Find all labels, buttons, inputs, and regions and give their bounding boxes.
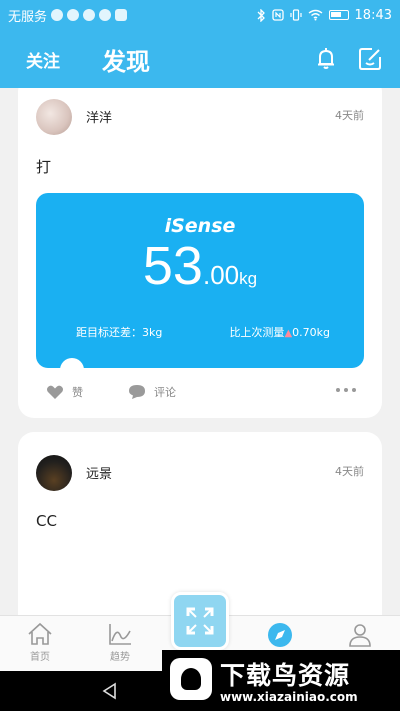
image-notification-icon <box>115 9 128 21</box>
back-icon[interactable] <box>100 681 120 701</box>
up-triangle-icon: ▲ <box>284 328 293 339</box>
compass-icon <box>268 623 292 647</box>
home-icon <box>28 622 52 645</box>
avatar[interactable] <box>36 99 72 135</box>
watermark-url: www.xiazainiao.com <box>220 690 358 704</box>
weight-decimal: .00 <box>202 260 240 290</box>
app-icon-2 <box>99 9 112 21</box>
feed[interactable]: 洋洋 4天前 打 iSense 53.00kg 距目标还差：3kg 比上次测量▲… <box>0 88 400 615</box>
edit-icon[interactable] <box>356 45 384 73</box>
weigh-button[interactable] <box>171 592 229 650</box>
username[interactable]: 远景 <box>86 463 112 482</box>
bluetooth-icon <box>257 8 265 22</box>
heart-icon <box>47 385 63 399</box>
weight-value: 53.00kg <box>36 235 364 297</box>
vibrate-icon <box>289 9 302 21</box>
post-actions: 赞 评论 <box>18 378 382 408</box>
battery-icon <box>328 10 349 20</box>
post-time: 4天前 <box>335 109 364 122</box>
app-bar: 关注 发现 <box>0 30 400 88</box>
tab-discover[interactable]: 发现 <box>102 42 150 77</box>
app-icon <box>83 9 96 21</box>
tab-discover[interactable] <box>250 622 310 650</box>
cloud-icon <box>51 9 64 21</box>
weight-unit: kg <box>239 269 258 288</box>
trend-icon <box>109 624 131 645</box>
clock: 18:43 <box>354 7 392 23</box>
watermark-logo <box>170 658 212 700</box>
post-text: CC <box>36 512 57 530</box>
comment-button[interactable]: 评论 <box>128 384 176 400</box>
tab-follow[interactable]: 关注 <box>26 47 60 72</box>
scale-expand-icon <box>186 607 214 635</box>
watermark: 下载鸟资源 www.xiazainiao.com <box>162 650 400 711</box>
like-button[interactable]: 赞 <box>46 384 83 400</box>
comment-icon <box>129 385 145 399</box>
post-time: 4天前 <box>335 465 364 478</box>
search-app-icon <box>67 9 80 21</box>
post-card[interactable]: 洋洋 4天前 打 iSense 53.00kg 距目标还差：3kg 比上次测量▲… <box>18 88 382 418</box>
weight-change: 比上次测量▲0.70kg <box>229 326 330 339</box>
weight-integer: 53 <box>142 236 203 296</box>
wifi-icon <box>308 9 322 21</box>
watermark-title: 下载鸟资源 <box>220 661 351 690</box>
more-options-button[interactable] <box>336 388 356 392</box>
bell-icon[interactable] <box>312 45 340 73</box>
card-notch <box>60 358 84 368</box>
person-icon <box>349 624 371 647</box>
post-text: 打 <box>36 158 52 176</box>
username[interactable]: 洋洋 <box>86 107 112 126</box>
tab-profile[interactable] <box>330 622 390 650</box>
brand-logo: iSense <box>164 215 236 237</box>
weight-record-card[interactable]: iSense 53.00kg 距目标还差：3kg 比上次测量▲0.70kg <box>36 193 364 368</box>
tab-trend[interactable]: 趋势 <box>90 622 150 663</box>
post-card[interactable]: 远景 4天前 CC <box>18 432 382 615</box>
nfc-icon <box>271 9 284 21</box>
goal-difference: 距目标还差：3kg <box>76 326 163 339</box>
tab-home[interactable]: 首页 <box>10 622 70 663</box>
status-bar: 无服务 18:43 <box>0 0 400 30</box>
carrier-label: 无服务 <box>8 9 48 25</box>
avatar[interactable] <box>36 455 72 491</box>
